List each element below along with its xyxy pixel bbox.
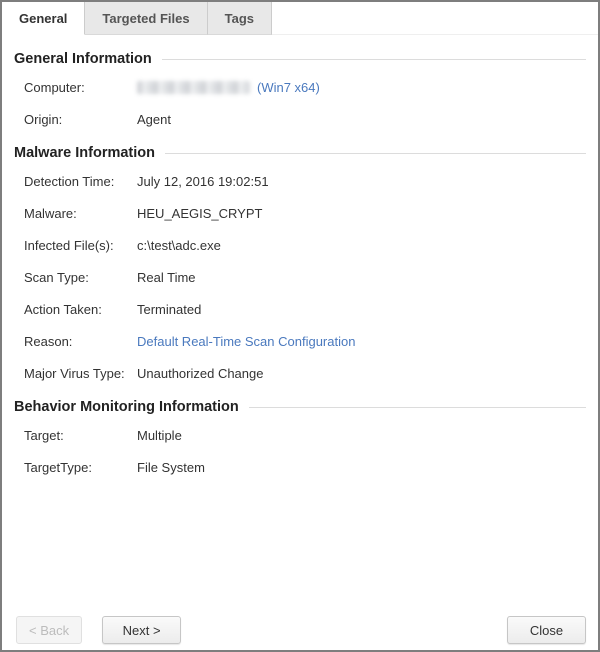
value-text: c:\test\adc.exe xyxy=(137,238,221,253)
section-title: Behavior Monitoring Information xyxy=(14,399,586,415)
detail-row: Detection Time:July 12, 2016 19:02:51 xyxy=(14,165,586,197)
field-label: Malware: xyxy=(24,206,137,221)
value-text: Agent xyxy=(137,112,171,127)
footer: < Back Next > Close xyxy=(16,616,586,644)
section-title: Malware Information xyxy=(14,145,586,161)
detail-row: Reason:Default Real-Time Scan Configurat… xyxy=(14,325,586,357)
detail-row: Computer: (Win7 x64) xyxy=(14,71,586,103)
next-button[interactable]: Next > xyxy=(102,616,181,644)
section-title: General Information xyxy=(14,51,586,67)
detail-row: Target:Multiple xyxy=(14,419,586,451)
value-link[interactable]: Default Real-Time Scan Configuration xyxy=(137,334,355,349)
field-value: Default Real-Time Scan Configuration xyxy=(137,334,355,349)
detail-row: Origin:Agent xyxy=(14,103,586,135)
tab-general[interactable]: General xyxy=(2,2,85,35)
field-label: Computer: xyxy=(24,80,137,95)
field-value: Real Time xyxy=(137,270,196,285)
detail-row: Scan Type:Real Time xyxy=(14,261,586,293)
value-text: HEU_AEGIS_CRYPT xyxy=(137,206,262,221)
detail-row: Malware:HEU_AEGIS_CRYPT xyxy=(14,197,586,229)
field-label: Reason: xyxy=(24,334,137,349)
value-text: Unauthorized Change xyxy=(137,366,263,381)
value-text: Multiple xyxy=(137,428,182,443)
detail-row: Infected File(s):c:\test\adc.exe xyxy=(14,229,586,261)
field-label: Detection Time: xyxy=(24,174,137,189)
tab-bar: GeneralTargeted FilesTags xyxy=(2,2,598,35)
field-value: Unauthorized Change xyxy=(137,366,263,381)
value-link[interactable]: (Win7 x64) xyxy=(257,80,320,95)
tab-targeted-files[interactable]: Targeted Files xyxy=(85,2,207,35)
content: General Information Computer: (Win7 x64) Or… xyxy=(2,35,598,483)
field-value: Terminated xyxy=(137,302,201,317)
value-text: July 12, 2016 19:02:51 xyxy=(137,174,269,189)
detail-row: Major Virus Type:Unauthorized Change xyxy=(14,357,586,389)
field-label: Target: xyxy=(24,428,137,443)
tab-tags[interactable]: Tags xyxy=(208,2,272,35)
field-value: c:\test\adc.exe xyxy=(137,238,221,253)
field-value: (Win7 x64) xyxy=(137,80,320,95)
field-label: Scan Type: xyxy=(24,270,137,285)
back-button[interactable]: < Back xyxy=(16,616,82,644)
value-text: Terminated xyxy=(137,302,201,317)
value-text: Real Time xyxy=(137,270,196,285)
field-value: HEU_AEGIS_CRYPT xyxy=(137,206,262,221)
field-value: File System xyxy=(137,460,205,475)
value-text: File System xyxy=(137,460,205,475)
field-value: Agent xyxy=(137,112,171,127)
redacted-computer-name xyxy=(137,81,250,94)
field-value: July 12, 2016 19:02:51 xyxy=(137,174,269,189)
field-label: Action Taken: xyxy=(24,302,137,317)
field-label: Origin: xyxy=(24,112,137,127)
field-label: TargetType: xyxy=(24,460,137,475)
close-button[interactable]: Close xyxy=(507,616,586,644)
field-value: Multiple xyxy=(137,428,182,443)
malware-detail-dialog: GeneralTargeted FilesTags General Inform… xyxy=(0,0,600,652)
detail-row: Action Taken:Terminated xyxy=(14,293,586,325)
detail-row: TargetType:File System xyxy=(14,451,586,483)
field-label: Major Virus Type: xyxy=(24,366,137,381)
field-label: Infected File(s): xyxy=(24,238,137,253)
